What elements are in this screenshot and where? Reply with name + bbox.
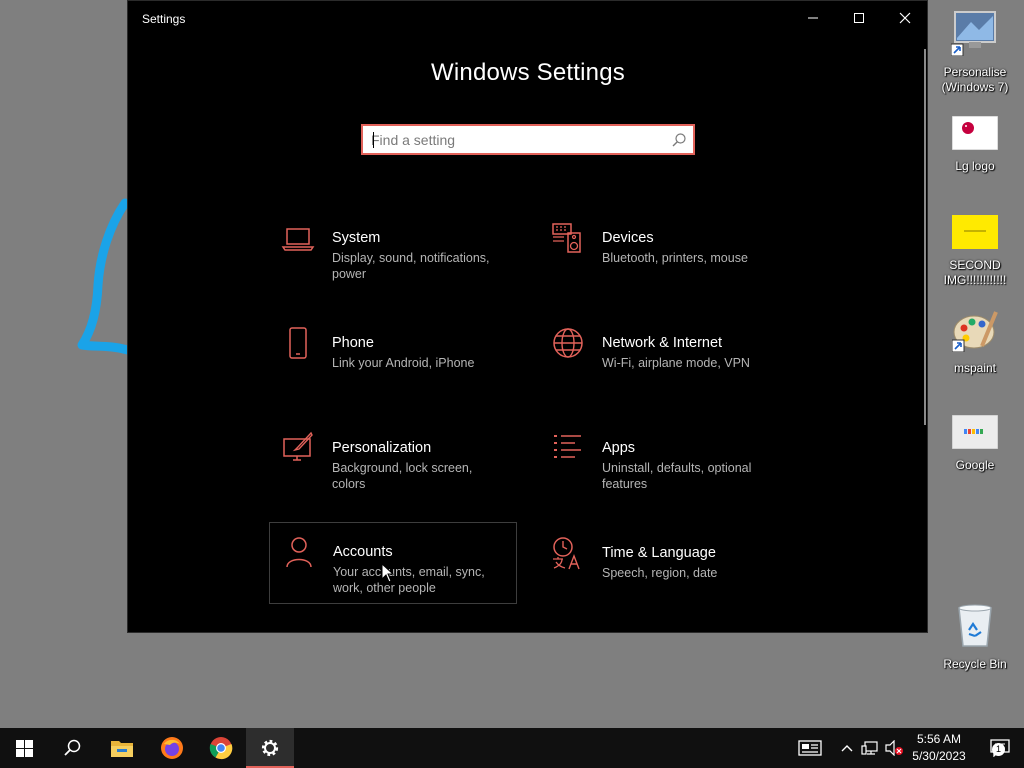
clock-date: 5/30/2023 xyxy=(912,749,966,763)
desktop-icon-personalise[interactable]: Personalise (Windows 7) xyxy=(940,8,1010,95)
globe-icon xyxy=(553,328,583,358)
person-icon xyxy=(286,537,312,568)
tile-description: Link your Android, iPhone xyxy=(332,356,475,370)
desktop-icon-label: Recycle Bin xyxy=(943,657,1007,671)
search-icon xyxy=(64,739,81,756)
title-bar[interactable]: Settings xyxy=(128,1,927,35)
tile-phone[interactable]: Phone Link your Android, iPhone xyxy=(269,314,517,396)
paint-monitor-icon xyxy=(283,431,313,461)
taskbar-chrome[interactable] xyxy=(197,728,245,768)
desktop-icon-label: Personalise (Windows 7) xyxy=(941,65,1009,94)
text-caret xyxy=(373,132,374,148)
tile-network-internet[interactable]: Network & Internet Wi-Fi, airplane mode,… xyxy=(539,314,787,396)
chevron-up-icon xyxy=(841,745,853,752)
scrollbar[interactable] xyxy=(924,49,926,425)
taskbar-settings[interactable] xyxy=(246,728,294,768)
maximize-button[interactable] xyxy=(836,1,882,35)
search-input[interactable] xyxy=(371,126,661,153)
lg-logo-image xyxy=(951,115,999,151)
tile-personalization[interactable]: Personalization Background, lock screen,… xyxy=(269,419,517,501)
recycle-bin-icon xyxy=(958,604,992,647)
file-explorer-icon xyxy=(111,741,133,757)
tile-apps[interactable]: Apps Uninstall, defaults, optional featu… xyxy=(539,419,787,501)
monitor-shortcut-icon xyxy=(950,11,996,57)
notification-badge: 1 xyxy=(992,743,1005,756)
window-title: Settings xyxy=(142,12,186,26)
tile-description: Bluetooth, printers, mouse xyxy=(602,251,748,265)
volume-tray-button[interactable] xyxy=(882,728,906,768)
keyboard-speaker-icon xyxy=(552,223,581,253)
desktop-icon-recycle-bin[interactable]: Recycle Bin xyxy=(940,602,1010,672)
google-image xyxy=(951,414,999,450)
taskbar-firefox[interactable] xyxy=(148,728,196,768)
start-button[interactable] xyxy=(0,728,48,768)
desktop-icon-label: SECOND IMG!!!!!!!!!!!! xyxy=(943,258,1007,287)
network-tray-button[interactable] xyxy=(858,728,882,768)
apps-list-icon xyxy=(554,435,581,458)
volume-muted-icon xyxy=(885,740,903,756)
settings-icon xyxy=(261,739,279,757)
tile-title: Apps xyxy=(602,440,636,456)
desktop-icon-lg-logo[interactable]: Lg logo xyxy=(940,115,1010,174)
desktop-icon-second-img[interactable]: SECOND IMG!!!!!!!!!!!! xyxy=(940,215,1010,288)
tile-time-language[interactable]: Time & Language Speech, region, date xyxy=(539,524,787,606)
desktop-icon-google[interactable]: Google xyxy=(940,414,1010,473)
page-title: Windows Settings xyxy=(431,59,625,86)
close-button[interactable] xyxy=(882,1,928,35)
tile-title: Phone xyxy=(332,335,374,351)
maximize-icon xyxy=(854,13,864,23)
desktop-icon-label: Lg logo xyxy=(955,159,995,173)
chrome-icon xyxy=(209,737,233,760)
close-icon xyxy=(899,12,911,24)
desktop-icon-mspaint[interactable]: mspaint xyxy=(940,308,1010,376)
tile-description: Your accounts, email, sync, work, other … xyxy=(333,565,485,595)
show-hidden-icons-button[interactable] xyxy=(836,728,858,768)
tile-title: Personalization xyxy=(332,440,432,456)
minimize-icon xyxy=(808,17,818,19)
taskbar: 5:56 AM 5/30/2023 xyxy=(0,728,1024,768)
tile-description: Speech, region, date xyxy=(602,566,718,580)
tile-title: Accounts xyxy=(333,544,393,560)
desktop-icon-label: Google xyxy=(955,458,995,472)
firefox-icon xyxy=(161,737,183,759)
time-language-icon xyxy=(553,537,580,570)
tile-title: Network & Internet xyxy=(602,335,723,351)
news-widget-button[interactable] xyxy=(786,728,834,768)
tile-description: Display, sound, notifications, power xyxy=(332,251,490,281)
taskbar-file-explorer[interactable] xyxy=(98,728,146,768)
mouse-cursor-icon xyxy=(381,563,395,583)
taskbar-search-button[interactable] xyxy=(48,728,96,768)
phone-icon xyxy=(289,327,307,359)
news-icon xyxy=(798,740,822,756)
tile-title: System xyxy=(332,230,381,246)
clock[interactable]: 5:56 AM 5/30/2023 xyxy=(906,731,972,765)
network-icon xyxy=(861,741,878,755)
clock-time: 5:56 AM xyxy=(916,732,962,746)
start-icon xyxy=(15,739,33,757)
tile-description: Background, lock screen, colors xyxy=(332,461,473,491)
tile-description: Wi-Fi, airplane mode, VPN xyxy=(602,356,750,370)
tile-system[interactable]: System Display, sound, notifications, po… xyxy=(269,209,517,291)
settings-window: Settings Windows Settings System Display… xyxy=(127,0,928,633)
tile-devices[interactable]: Devices Bluetooth, printers, mouse xyxy=(539,209,787,291)
laptop-icon xyxy=(281,228,315,251)
blue-scribble xyxy=(77,198,130,355)
tile-title: Time & Language xyxy=(602,545,716,561)
minimize-button[interactable] xyxy=(790,1,836,35)
search-icon[interactable] xyxy=(671,132,687,148)
tile-title: Devices xyxy=(602,230,654,246)
desktop-icon-label: mspaint xyxy=(953,361,997,375)
search-box[interactable] xyxy=(361,124,695,155)
yellow-image xyxy=(952,215,998,249)
palette-icon xyxy=(951,311,998,353)
tile-description: Uninstall, defaults, optional features xyxy=(602,461,752,491)
